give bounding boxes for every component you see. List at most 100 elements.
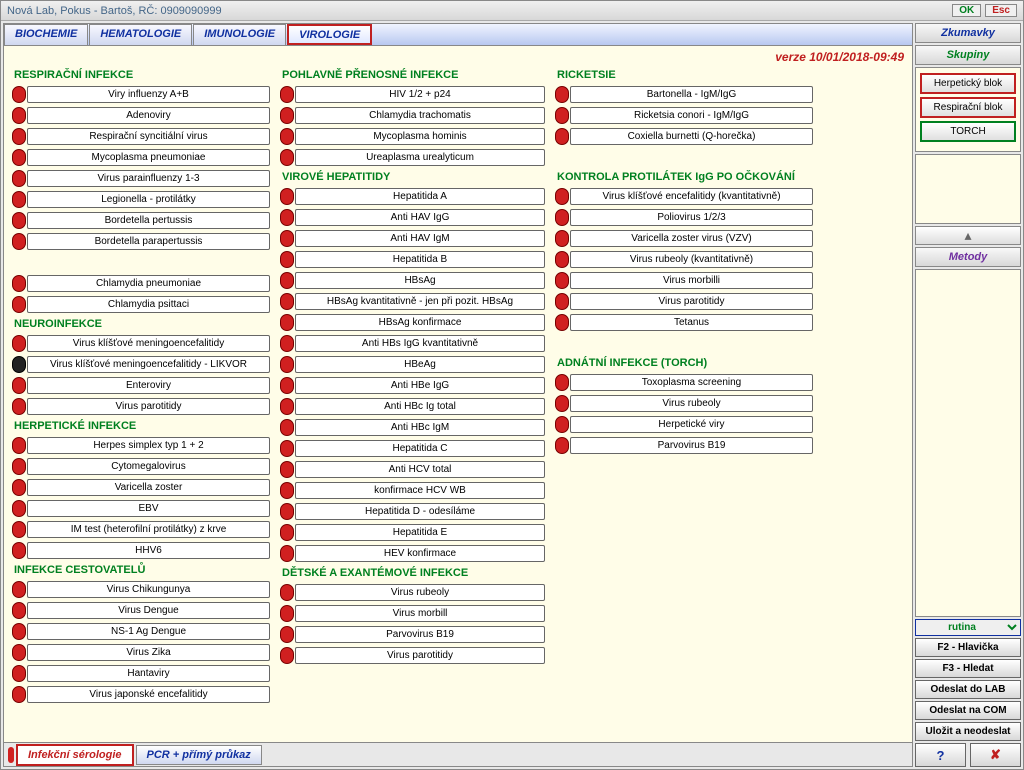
status-pill xyxy=(12,623,26,640)
test-row[interactable]: Viry influenzy A+B xyxy=(12,84,270,105)
test-row[interactable]: Ureaplasma urealyticum xyxy=(280,147,545,168)
test-row[interactable]: Hepatitida D - odesíláme xyxy=(280,501,545,522)
header-metody: Metody xyxy=(915,247,1021,267)
f2-hlavicka-button[interactable]: F2 - Hlavička xyxy=(915,638,1021,657)
test-row[interactable]: Ricketsia conori - IgM/IgG xyxy=(555,105,813,126)
status-pill xyxy=(12,191,26,208)
test-row[interactable]: Virus Zika xyxy=(12,642,270,663)
tab-biochemie[interactable]: BIOCHEMIE xyxy=(4,24,88,45)
status-pill xyxy=(555,251,569,268)
test-row[interactable]: EBV xyxy=(12,498,270,519)
test-row[interactable]: Virus morbill xyxy=(280,603,545,624)
test-row[interactable]: Virus parainfluenzy 1-3 xyxy=(12,168,270,189)
test-row[interactable]: Legionella - protilátky xyxy=(12,189,270,210)
f3-hledat-button[interactable]: F3 - Hledat xyxy=(915,659,1021,678)
test-row[interactable]: Chlamydia psittaci xyxy=(12,294,270,315)
test-row[interactable]: Respirační syncitiální virus xyxy=(12,126,270,147)
test-row[interactable]: HBeAg xyxy=(280,354,545,375)
odeslat-com-button[interactable]: Odeslat na COM xyxy=(915,701,1021,720)
tab-imunologie[interactable]: IMUNOLOGIE xyxy=(193,24,286,45)
top-tabs: BIOCHEMIE HEMATOLOGIE IMUNOLOGIE VIROLOG… xyxy=(4,24,912,46)
test-row[interactable]: Virus morbilli xyxy=(555,270,813,291)
test-row[interactable]: IM test (heterofilní protilátky) z krve xyxy=(12,519,270,540)
test-row[interactable]: Varicella zoster virus (VZV) xyxy=(555,228,813,249)
test-row[interactable]: Mycoplasma hominis xyxy=(280,126,545,147)
test-row[interactable]: Anti HBc IgM xyxy=(280,417,545,438)
status-pill xyxy=(12,377,26,394)
test-row[interactable]: Bordetella pertussis xyxy=(12,210,270,231)
test-row[interactable]: Virus parotitidy xyxy=(280,645,545,666)
status-pill xyxy=(12,296,26,313)
test-row[interactable]: Virus klíšťové meningoencefalitidy xyxy=(12,333,270,354)
test-row[interactable]: Bordetella parapertussis xyxy=(12,231,270,252)
cancel-button[interactable]: ✘ xyxy=(970,743,1021,767)
status-pill xyxy=(280,128,294,145)
tab-pcr-primy-prukaz[interactable]: PCR + přímý průkaz xyxy=(136,745,262,765)
test-row[interactable]: HBsAg konfirmace xyxy=(280,312,545,333)
test-row[interactable]: Poliovirus 1/2/3 xyxy=(555,207,813,228)
tab-hematologie[interactable]: HEMATOLOGIE xyxy=(89,24,192,45)
test-row[interactable]: Bartonella - IgM/IgG xyxy=(555,84,813,105)
test-row[interactable]: Adenoviry xyxy=(12,105,270,126)
tab-infekcni-serologie[interactable]: Infekční sérologie xyxy=(16,744,134,766)
test-row[interactable]: Virus parotitidy xyxy=(12,396,270,417)
test-row[interactable]: Anti HBc Ig total xyxy=(280,396,545,417)
test-row[interactable]: Tetanus xyxy=(555,312,813,333)
test-row[interactable]: Coxiella burnetti (Q-horečka) xyxy=(555,126,813,147)
ulozit-button[interactable]: Uložit a neodeslat xyxy=(915,722,1021,741)
test-row[interactable]: Virus rubeoly xyxy=(280,582,545,603)
test-row[interactable]: Parvovirus B19 xyxy=(555,435,813,456)
help-button[interactable]: ? xyxy=(915,743,966,767)
test-row[interactable]: Herpetické viry xyxy=(555,414,813,435)
test-row[interactable]: HBsAg kvantitativně - jen při pozit. HBs… xyxy=(280,291,545,312)
section-neuroinfekce: NEUROINFEKCE xyxy=(12,315,270,333)
test-row[interactable]: Virus Chikungunya xyxy=(12,579,270,600)
test-row[interactable]: Hepatitida C xyxy=(280,438,545,459)
test-row[interactable]: Anti HAV IgM xyxy=(280,228,545,249)
test-row[interactable]: Anti HBs IgG kvantitativně xyxy=(280,333,545,354)
test-row[interactable]: konfirmace HCV WB xyxy=(280,480,545,501)
scroll-up-icon[interactable]: ▴ xyxy=(915,226,1021,245)
esc-button[interactable]: Esc xyxy=(985,4,1017,17)
test-row[interactable]: Anti HAV IgG xyxy=(280,207,545,228)
test-row[interactable]: Virus rubeoly (kvantitativně) xyxy=(555,249,813,270)
status-pill xyxy=(280,605,294,622)
test-row[interactable]: NS-1 Ag Dengue xyxy=(12,621,270,642)
test-row[interactable]: Virus parotitidy xyxy=(555,291,813,312)
status-pill xyxy=(12,170,26,187)
test-row[interactable]: Hepatitida B xyxy=(280,249,545,270)
tab-virologie[interactable]: VIROLOGIE xyxy=(287,24,372,45)
test-row[interactable]: Enteroviry xyxy=(12,375,270,396)
status-pill xyxy=(280,356,294,373)
group-herpeticky-blok[interactable]: Herpetický blok xyxy=(920,73,1016,94)
test-row[interactable]: Virus japonské encefalitidy xyxy=(12,684,270,705)
test-row[interactable]: Mycoplasma pneumoniae xyxy=(12,147,270,168)
status-pill xyxy=(12,356,26,373)
routine-select[interactable]: rutina xyxy=(915,619,1021,636)
test-row[interactable]: Virus rubeoly xyxy=(555,393,813,414)
test-row[interactable]: Virus klíšťové encefalitidy (kvantitativ… xyxy=(555,186,813,207)
test-row[interactable]: Chlamydia trachomatis xyxy=(280,105,545,126)
test-row[interactable]: Parvovirus B19 xyxy=(280,624,545,645)
odeslat-lab-button[interactable]: Odeslat do LAB xyxy=(915,680,1021,699)
group-torch[interactable]: TORCH xyxy=(920,121,1016,142)
test-row[interactable]: Toxoplasma screening xyxy=(555,372,813,393)
group-respiracni-blok[interactable]: Respirační blok xyxy=(920,97,1016,118)
test-row[interactable]: HIV 1/2 + p24 xyxy=(280,84,545,105)
status-pill xyxy=(555,395,569,412)
test-row[interactable]: HHV6 xyxy=(12,540,270,561)
test-row[interactable]: Herpes simplex typ 1 + 2 xyxy=(12,435,270,456)
test-row[interactable]: HBsAg xyxy=(280,270,545,291)
test-row[interactable]: Hepatitida A xyxy=(280,186,545,207)
test-row[interactable]: Cytomegalovirus xyxy=(12,456,270,477)
test-row[interactable]: Anti HBe IgG xyxy=(280,375,545,396)
test-row[interactable]: HEV konfirmace xyxy=(280,543,545,564)
test-row[interactable]: Varicella zoster xyxy=(12,477,270,498)
test-row[interactable]: Hepatitida E xyxy=(280,522,545,543)
ok-button[interactable]: OK xyxy=(952,4,981,17)
test-row[interactable]: Anti HCV total xyxy=(280,459,545,480)
test-row[interactable]: Virus Dengue xyxy=(12,600,270,621)
test-row[interactable]: Virus klíšťové meningoencefalitidy - LIK… xyxy=(12,354,270,375)
test-row[interactable]: Chlamydia pneumoniae xyxy=(12,273,270,294)
test-row[interactable]: Hantaviry xyxy=(12,663,270,684)
